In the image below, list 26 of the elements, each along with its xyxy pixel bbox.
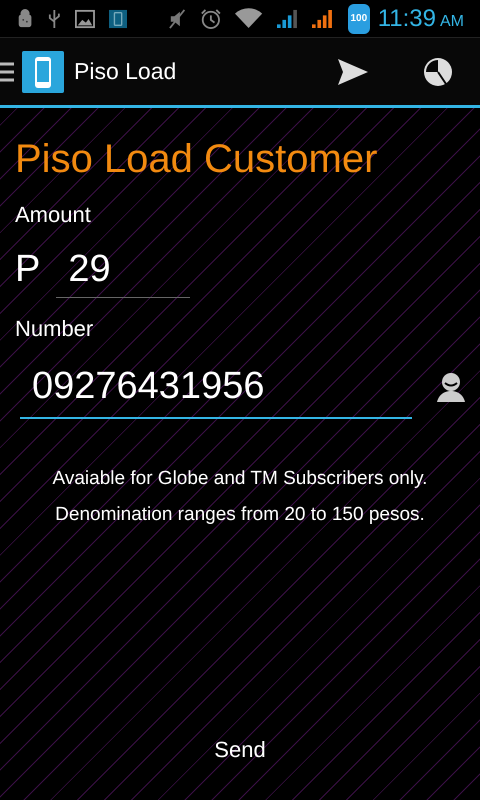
page-heading: Piso Load Customer — [15, 136, 378, 182]
clock-meridiem: AM — [440, 12, 464, 32]
battery-icon: 100 — [348, 4, 370, 34]
app-phone-icon[interactable] — [22, 50, 64, 92]
menu-icon[interactable] — [0, 60, 14, 82]
field-label: Amount — [15, 201, 92, 229]
wifi-icon — [235, 8, 262, 30]
signal-icon — [276, 8, 298, 30]
amount-field[interactable]: 29 — [56, 242, 190, 298]
info-text: Denomination ranges from 20 to 150 pesos. — [55, 503, 425, 527]
mute-icon — [169, 8, 186, 30]
signal-icon — [312, 8, 334, 30]
app-title: Piso Load — [74, 57, 178, 86]
phone-icon — [108, 8, 127, 28]
image-icon — [74, 8, 95, 28]
contact-icon[interactable] — [437, 372, 465, 402]
currency-prefix: P — [15, 247, 40, 292]
send-icon[interactable] — [338, 58, 368, 84]
history-icon[interactable] — [422, 56, 454, 88]
field-label: Number — [15, 315, 94, 343]
usb-icon — [48, 8, 61, 30]
info-text: Avaiable for Globe and TM Subscribers only. — [52, 467, 428, 491]
clock-time: 11:39 — [378, 4, 436, 34]
number-field[interactable]: 09276431956 — [20, 355, 412, 419]
send-button[interactable]: Send — [206, 733, 274, 766]
alarm-clock-icon — [200, 6, 222, 30]
